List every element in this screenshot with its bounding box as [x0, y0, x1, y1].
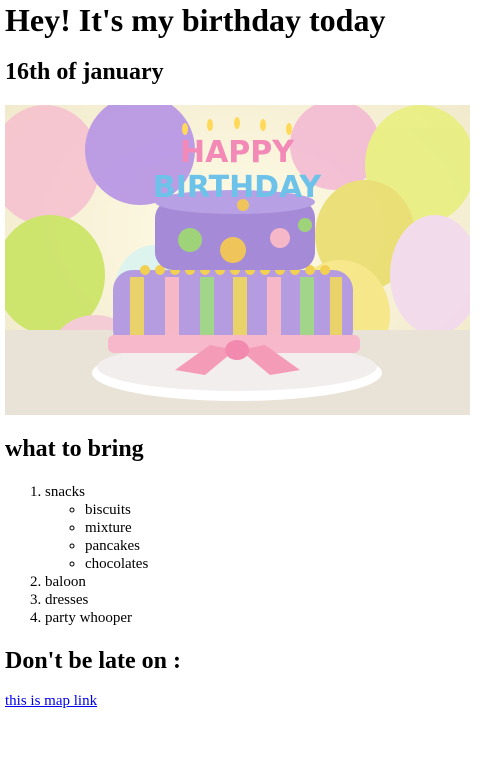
snacks-sublist: biscuits mixture pancakes chocolates — [45, 501, 499, 573]
list-item: chocolates — [85, 555, 499, 573]
birthday-cake-image: HAPPY BIRTHDAY — [5, 105, 470, 415]
map-link[interactable]: this is map link — [5, 693, 97, 709]
list-item-label: snacks — [45, 484, 85, 500]
topper-birthday: BIRTHDAY — [153, 170, 323, 205]
list-item: baloon — [45, 573, 499, 591]
birthday-date: 16th of january — [5, 59, 164, 85]
map-link-paragraph: this is map link — [5, 693, 499, 710]
page-title: Hey! It's my birthday today — [5, 2, 386, 38]
list-item: pancakes — [85, 537, 499, 555]
topper-happy: HAPPY — [180, 135, 295, 170]
late-heading: Don't be late on : — [5, 648, 181, 674]
list-item: biscuits — [85, 501, 499, 519]
page: Hey! It's my birthday today 16th of janu… — [0, 0, 504, 710]
list-item: mixture — [85, 519, 499, 537]
bring-heading: what to bring — [5, 436, 144, 462]
list-item: dresses — [45, 591, 499, 609]
bring-list: snacks biscuits mixture pancakes chocola… — [5, 483, 499, 627]
list-item: party whooper — [45, 609, 499, 627]
list-item: snacks biscuits mixture pancakes chocola… — [45, 483, 499, 573]
